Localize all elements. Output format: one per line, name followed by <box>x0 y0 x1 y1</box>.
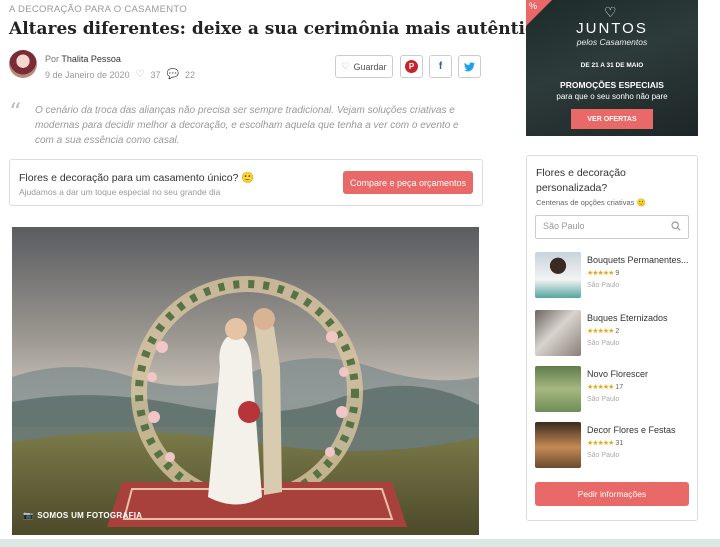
vendor-name[interactable]: Bouquets Permanentes... <box>587 255 695 265</box>
wedding-photo <box>12 227 479 535</box>
vendor-sidebar: Flores e decoração personalizada? Centen… <box>526 155 698 521</box>
request-info-button[interactable]: Pedir informações <box>535 482 689 506</box>
star-rating-icon: ★★★★★ <box>587 270 614 277</box>
vendor-item[interactable]: Decor Flores e Festas ★★★★★ 31 São Paulo <box>535 422 695 468</box>
vendor-rating: ★★★★★ 9 <box>587 269 619 277</box>
ad-brand: JUNTOS <box>576 20 648 37</box>
ad-brand-subtitle: pelos Casamentos <box>576 37 648 47</box>
page-title: Altares diferentes: deixe a sua cerimôni… <box>9 19 547 39</box>
intro-text: O cenário da troca das alianças não prec… <box>35 105 459 146</box>
vendor-thumbnail[interactable] <box>535 310 581 356</box>
vendor-item[interactable]: Buques Eternizados ★★★★★ 2 São Paulo <box>535 310 695 356</box>
vendor-city: São Paulo <box>587 282 620 289</box>
save-button[interactable]: ♡ Guardar <box>335 55 393 78</box>
twitter-share-button[interactable] <box>458 55 481 78</box>
hero-image: 📷 SOMOS UM FOTOGRAFIA <box>12 227 479 535</box>
vendor-name[interactable]: Novo Florescer <box>587 369 695 379</box>
vendor-item[interactable]: Bouquets Permanentes... ★★★★★ 9 São Paul… <box>535 252 695 298</box>
vendor-name[interactable]: Buques Eternizados <box>587 313 695 323</box>
post-meta: 9 de Janeiro de 2020 ♡ 37 💬 22 <box>45 69 195 80</box>
bottom-bar <box>0 539 720 547</box>
ad-percent-badge: % <box>529 1 538 11</box>
twitter-icon <box>464 61 475 71</box>
facebook-icon: f <box>438 61 443 72</box>
author-byline: Por Thalita Pessoa <box>45 54 121 64</box>
review-count: 31 <box>615 440 624 447</box>
author-prefix: Por <box>45 54 62 64</box>
ad-dates: DE 21 A 31 DE MAIO <box>580 62 644 69</box>
location-search-input[interactable]: São Paulo <box>535 215 689 239</box>
save-label: Guardar <box>353 61 387 72</box>
vendor-item[interactable]: Novo Florescer ★★★★★ 17 São Paulo <box>535 366 695 412</box>
pinterest-share-button[interactable]: P <box>400 55 423 78</box>
compare-quotes-button[interactable]: Compare e peça orçamentos <box>343 171 473 194</box>
vendor-rating: ★★★★★ 2 <box>587 327 619 335</box>
sidebar-subtitle-text: Centenas de opções criativas <box>536 198 635 207</box>
vendor-thumbnail[interactable] <box>535 366 581 412</box>
review-count: 9 <box>615 270 620 277</box>
like-count: 37 <box>150 69 161 80</box>
review-count: 2 <box>615 328 620 335</box>
vendor-thumbnail[interactable] <box>535 252 581 298</box>
ad-promo-subtitle: para que o seu sonho não pare <box>556 92 668 101</box>
vendor-rating: ★★★★★ 31 <box>587 439 623 447</box>
pinterest-icon: P <box>405 60 418 73</box>
cta-title-text: Flores e decoração para um casamento úni… <box>19 172 239 184</box>
star-rating-icon: ★★★★★ <box>587 328 614 335</box>
heart-icon: ♡ <box>135 69 145 80</box>
vendor-rating: ★★★★★ 17 <box>587 383 623 391</box>
view-offers-button[interactable]: VER OFERTAS <box>571 109 653 129</box>
heart-icon: ♡ <box>604 4 617 20</box>
cta-box: Flores e decoração para um casamento úni… <box>9 159 483 206</box>
smile-icon: 🙂 <box>636 198 646 207</box>
smile-icon: 🙂 <box>241 172 255 184</box>
vendor-name[interactable]: Decor Flores e Festas <box>587 425 695 435</box>
vendor-city: São Paulo <box>587 340 620 347</box>
sidebar-title: Flores e decoração personalizada? <box>536 167 626 194</box>
location-search-value: São Paulo <box>543 221 585 231</box>
vendor-thumbnail[interactable] <box>535 422 581 468</box>
avatar[interactable] <box>9 50 37 78</box>
cta-title: Flores e decoração para um casamento úni… <box>19 171 254 184</box>
breadcrumb[interactable]: A DECORAÇÃO PARA O CASAMENTO <box>9 4 187 15</box>
review-count: 17 <box>615 384 624 391</box>
facebook-share-button[interactable]: f <box>429 55 452 78</box>
ad-promo-title: PROMOÇÕES ESPECIAIS <box>560 80 664 90</box>
vendor-city: São Paulo <box>587 452 620 459</box>
comment-icon: 💬 <box>166 69 180 80</box>
star-rating-icon: ★★★★★ <box>587 384 614 391</box>
post-date: 9 de Janeiro de 2020 <box>45 69 130 80</box>
author-row: Por Thalita Pessoa 9 de Janeiro de 2020 … <box>9 50 484 84</box>
promo-ad-banner[interactable]: % ♡ JUNTOS pelos Casamentos DE 21 A 31 D… <box>526 0 698 136</box>
heart-outline-icon: ♡ <box>341 61 350 71</box>
cta-subtitle: Ajudamos a dar um toque especial no seu … <box>19 187 221 197</box>
comment-count: 22 <box>185 69 196 80</box>
search-icon[interactable] <box>671 221 681 231</box>
camera-icon: 📷 <box>23 511 34 520</box>
sidebar-subtitle: Centenas de opções criativas 🙂 <box>536 198 646 207</box>
photo-credit-text: SOMOS UM FOTOGRAFIA <box>37 511 143 520</box>
quote-icon: “ <box>9 98 22 126</box>
star-rating-icon: ★★★★★ <box>587 440 614 447</box>
vendor-city: São Paulo <box>587 396 620 403</box>
photo-credit: 📷 SOMOS UM FOTOGRAFIA <box>23 511 142 520</box>
author-name[interactable]: Thalita Pessoa <box>61 54 121 64</box>
